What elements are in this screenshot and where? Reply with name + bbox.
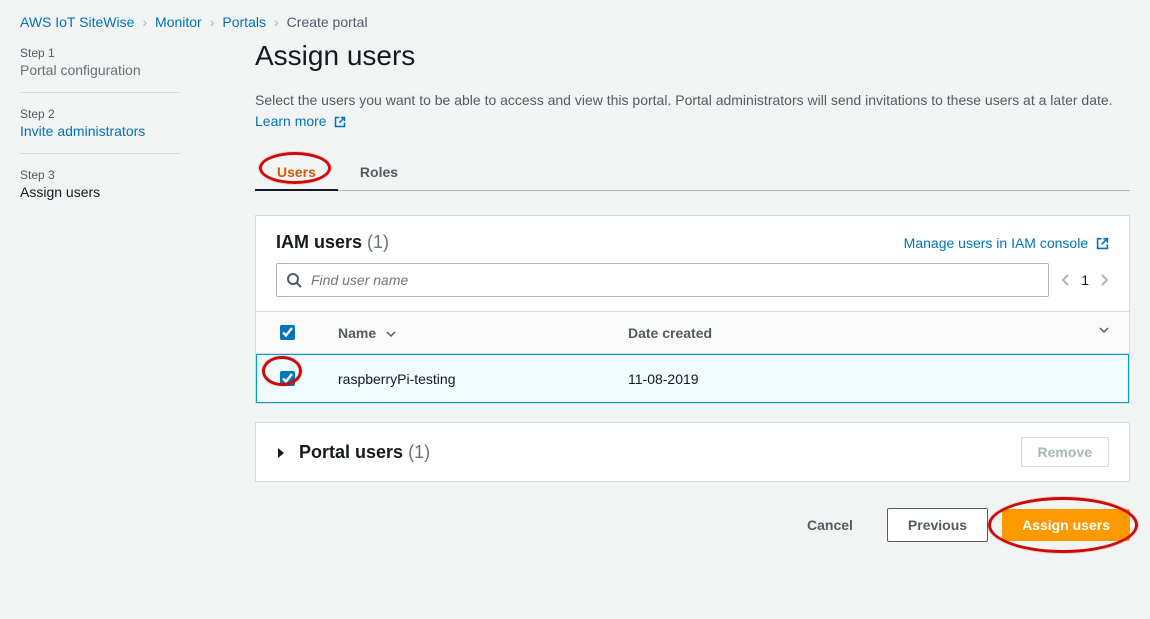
step-title: Invite administrators (20, 123, 230, 139)
prev-page-icon[interactable] (1061, 273, 1071, 287)
cell-name: raspberryPi-testing (318, 354, 608, 404)
cancel-button[interactable]: Cancel (787, 509, 873, 541)
table-row[interactable]: raspberryPi-testing 11-08-2019 (256, 354, 1129, 404)
column-name[interactable]: Name (318, 312, 608, 354)
column-date[interactable]: Date created (608, 312, 1129, 354)
pager: 1 (1061, 272, 1109, 288)
chevron-right-icon: › (142, 14, 147, 30)
panel-title[interactable]: Portal users (1) (276, 442, 430, 463)
sort-icon (386, 329, 396, 339)
panel-count: (1) (408, 442, 430, 462)
step-1[interactable]: Step 1 Portal configuration (20, 46, 230, 78)
step-2[interactable]: Step 2 Invite administrators (20, 107, 230, 139)
caret-right-icon (276, 447, 286, 459)
step-label: Step 2 (20, 107, 230, 121)
learn-more-link[interactable]: Learn more (255, 113, 346, 129)
breadcrumb-link-portals[interactable]: Portals (222, 14, 266, 30)
breadcrumb: AWS IoT SiteWise › Monitor › Portals › C… (0, 0, 1150, 40)
divider (20, 153, 180, 154)
row-checkbox[interactable] (280, 371, 295, 386)
step-title: Assign users (20, 184, 230, 200)
search-input[interactable] (276, 263, 1049, 297)
divider (20, 92, 180, 93)
step-label: Step 3 (20, 168, 230, 182)
iam-users-table: Name Date created (256, 311, 1129, 403)
tab-users[interactable]: Users (255, 154, 338, 190)
breadcrumb-current: Create portal (287, 14, 368, 30)
tabs: Users Roles (255, 154, 1130, 191)
wizard-footer: Cancel Previous Assign users (255, 500, 1130, 542)
manage-users-link[interactable]: Manage users in IAM console (904, 235, 1109, 251)
previous-button[interactable]: Previous (887, 508, 988, 542)
main-content: Assign users Select the users you want t… (230, 40, 1130, 542)
select-all-header (256, 312, 318, 354)
external-link-icon (1096, 237, 1109, 250)
remove-button[interactable]: Remove (1021, 437, 1109, 467)
wizard-steps: Step 1 Portal configuration Step 2 Invit… (20, 40, 230, 542)
panel-title: IAM users (1) (276, 232, 389, 253)
search-wrapper (276, 263, 1049, 297)
panel-count: (1) (367, 232, 389, 252)
iam-users-panel: IAM users (1) Manage users in IAM consol… (255, 215, 1130, 404)
select-all-checkbox[interactable] (280, 325, 295, 340)
sort-icon (1099, 325, 1109, 335)
cell-date: 11-08-2019 (608, 354, 1129, 404)
step-3: Step 3 Assign users (20, 168, 230, 200)
assign-users-button[interactable]: Assign users (1002, 509, 1130, 541)
page-number: 1 (1081, 272, 1089, 288)
external-link-icon (334, 116, 346, 128)
portal-users-panel: Portal users (1) Remove (255, 422, 1130, 482)
step-title: Portal configuration (20, 62, 230, 78)
page-title: Assign users (255, 40, 1130, 72)
chevron-right-icon: › (210, 14, 215, 30)
breadcrumb-link-sitewise[interactable]: AWS IoT SiteWise (20, 14, 134, 30)
search-icon (286, 272, 302, 288)
tab-roles[interactable]: Roles (338, 154, 420, 190)
next-page-icon[interactable] (1099, 273, 1109, 287)
chevron-right-icon: › (274, 14, 279, 30)
step-label: Step 1 (20, 46, 230, 60)
breadcrumb-link-monitor[interactable]: Monitor (155, 14, 202, 30)
page-intro: Select the users you want to be able to … (255, 90, 1130, 132)
